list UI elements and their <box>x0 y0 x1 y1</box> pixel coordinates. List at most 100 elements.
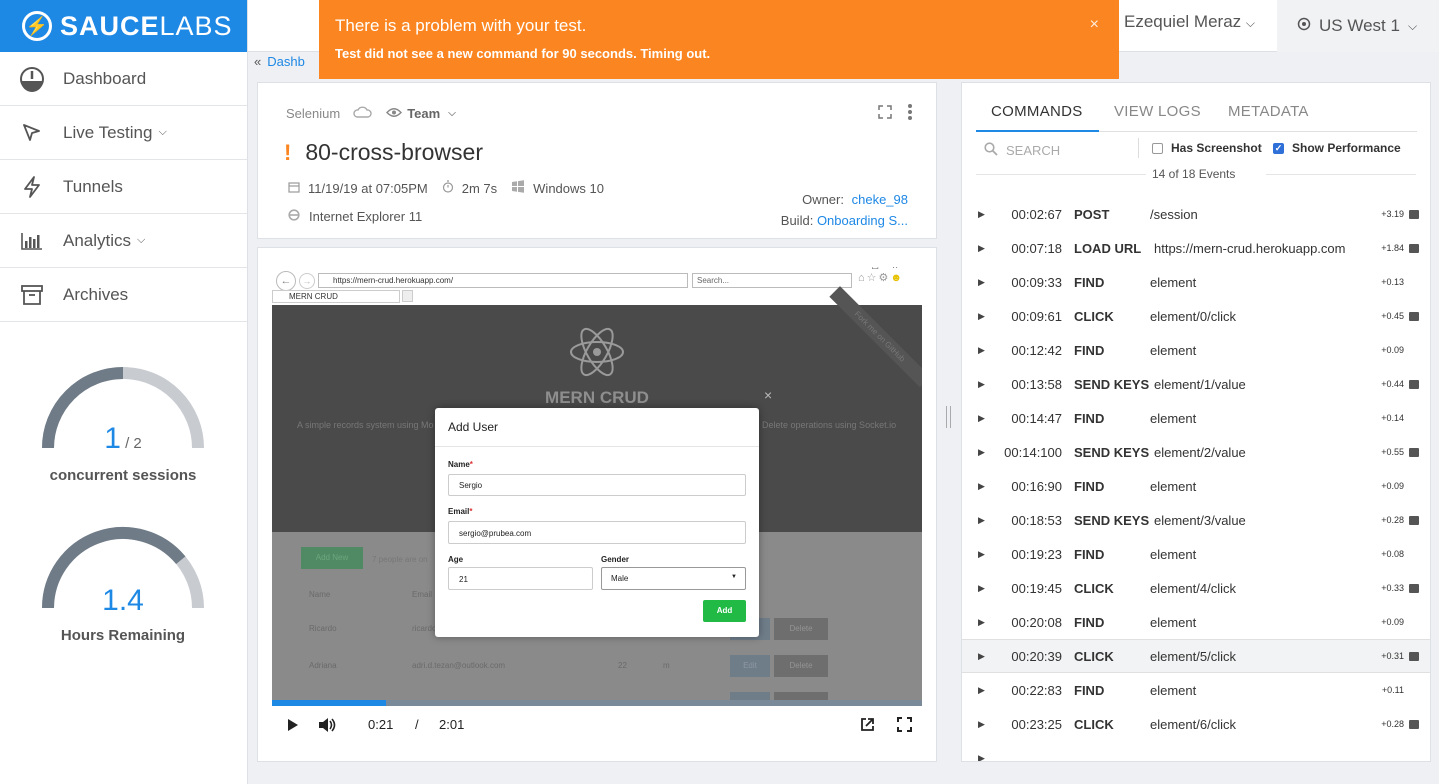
expand-arrow-icon[interactable]: ▶ <box>978 617 985 628</box>
has-screenshot-filter[interactable]: Has Screenshot <box>1152 141 1262 155</box>
show-performance-filter[interactable]: ✓ Show Performance <box>1273 141 1401 155</box>
volume-icon[interactable] <box>318 717 336 738</box>
screenshot-icon[interactable] <box>1409 515 1419 525</box>
sidebar-item-analytics[interactable]: Analytics ⌵ <box>0 214 247 268</box>
screenshot-icon[interactable] <box>1409 651 1419 661</box>
tab-metadata[interactable]: METADATA <box>1228 103 1309 120</box>
region-label: US West 1 <box>1319 16 1400 35</box>
command-row[interactable]: ▶ 00:14:47 FIND element +0.14 <box>962 401 1430 435</box>
expand-arrow-icon[interactable]: ▶ <box>978 311 985 322</box>
tab-view-logs[interactable]: VIEW LOGS <box>1114 103 1201 120</box>
commands-search[interactable]: SEARCH <box>984 142 1060 159</box>
play-button[interactable] <box>287 718 299 737</box>
expand-arrow-icon[interactable]: ▶ <box>978 345 985 356</box>
tab-commands[interactable]: COMMANDS <box>991 103 1083 120</box>
bg-row-gender: m <box>663 661 670 670</box>
search-divider <box>1138 138 1139 158</box>
expand-arrow-icon[interactable]: ▶ <box>978 379 985 390</box>
screenshot-icon[interactable] <box>1409 209 1419 219</box>
expand-arrow-icon[interactable]: ▶ <box>978 277 985 288</box>
command-row[interactable]: ▶ 00:22:83 FIND element +0.11 <box>962 673 1430 707</box>
expand-arrow-icon[interactable]: ▶ <box>978 583 985 594</box>
user-menu[interactable]: Ezequiel Meraz ⌵ <box>1124 12 1255 32</box>
expand-arrow-icon[interactable]: ▶ <box>978 515 985 526</box>
screenshot-icon[interactable] <box>1409 583 1419 593</box>
command-name: FIND <box>1074 410 1105 426</box>
commands-panel: COMMANDS VIEW LOGS METADATA SEARCH Has S… <box>961 82 1431 762</box>
command-row[interactable]: ▶ 00:20:08 FIND element +0.09 <box>962 605 1430 639</box>
screenshot-icon[interactable] <box>1409 243 1419 253</box>
command-time: 00:02:67 <box>1011 206 1062 222</box>
chevron-down-icon: ⌵ <box>1407 18 1418 33</box>
command-name: FIND <box>1074 546 1105 562</box>
build-link[interactable]: Onboarding S... <box>817 213 908 228</box>
expand-arrow-icon[interactable]: ▶ <box>978 685 985 696</box>
search-icon <box>984 142 998 159</box>
framework-label: Selenium <box>286 105 341 121</box>
fullscreen-icon[interactable] <box>878 105 892 124</box>
sidebar-item-tunnels[interactable]: Tunnels <box>0 160 247 214</box>
saucelabs-logo[interactable]: ⚡ SAUCELABS <box>0 0 247 52</box>
expand-arrow-icon[interactable]: ▶ <box>978 209 985 220</box>
ie-browser-icon <box>288 209 300 224</box>
screenshot-icon[interactable] <box>1409 379 1419 389</box>
browser-toolbar-icons: ⌂☆⚙☻ <box>858 272 904 284</box>
command-row[interactable]: ▶ 00:18:53 SEND KEYS element/3/value +0.28 <box>962 503 1430 537</box>
user-name: Ezequiel Meraz <box>1123 12 1242 31</box>
video-player-card: –□× ← → https://mern-crud.herokuapp.com/… <box>257 247 937 762</box>
breadcrumb[interactable]: « Dashb <box>254 54 305 69</box>
command-row[interactable]: ▶ 00:23:25 CLICK element/6/click +0.28 <box>962 707 1430 741</box>
open-external-icon[interactable] <box>860 717 875 737</box>
video-progress-bar[interactable] <box>272 700 922 706</box>
command-time: 00:22:83 <box>1011 682 1062 698</box>
expand-arrow-icon[interactable]: ▶ <box>978 651 985 662</box>
visibility-dropdown[interactable]: Team ⌵ <box>386 106 456 121</box>
command-row[interactable]: ▶ 00:13:58 SEND KEYS element/1/value +0.44 <box>962 367 1430 401</box>
screenshot-icon[interactable] <box>1409 311 1419 321</box>
video-frame[interactable]: –□× ← → https://mern-crud.herokuapp.com/… <box>272 267 922 703</box>
command-duration: +0.09 <box>1381 481 1404 491</box>
expand-arrow-icon[interactable]: ▶ <box>978 481 985 492</box>
has-screenshot-checkbox[interactable] <box>1152 142 1163 154</box>
command-name: CLICK <box>1074 716 1114 732</box>
sidebar-item-live-testing[interactable]: Live Testing ⌵ <box>0 106 247 160</box>
breadcrumb-dashboard[interactable]: Dashb <box>267 54 305 69</box>
screenshot-icon[interactable] <box>1409 447 1419 457</box>
sidebar-item-dashboard[interactable]: Dashboard <box>0 52 247 106</box>
expand-arrow-icon[interactable]: ▶ <box>978 413 985 424</box>
command-duration: +0.11 <box>1381 685 1404 695</box>
expand-arrow-icon[interactable]: ▶ <box>978 243 985 254</box>
more-options-icon[interactable] <box>908 104 912 120</box>
video-progress-fill <box>272 700 386 706</box>
command-argument: element <box>1150 478 1197 494</box>
sauce-bolt-icon: ⚡ <box>22 11 52 41</box>
command-row[interactable]: ▶ 00:09:33 FIND element +0.13 <box>962 265 1430 299</box>
expand-arrow-icon: ▶ <box>978 753 985 761</box>
command-row[interactable]: ▶ 00:20:39 CLICK element/5/click +0.31 <box>962 639 1430 673</box>
visibility-label: Team <box>407 105 441 121</box>
event-count: 14 of 18 Events <box>1152 167 1236 181</box>
owner-link[interactable]: cheke_98 <box>852 192 908 207</box>
command-time: 00:14:100 <box>1004 444 1062 460</box>
command-row[interactable]: ▶ 00:02:67 POST/session +3.19 <box>962 197 1430 231</box>
screenshot-icon[interactable] <box>1409 719 1419 729</box>
command-row[interactable]: ▶ 00:12:42 FIND element +0.09 <box>962 333 1430 367</box>
command-row[interactable]: ▶ 00:14:100 SEND KEYS element/2/value +0.55 <box>962 435 1430 469</box>
close-icon[interactable]: × <box>1090 16 1099 34</box>
bg-row-name: Ricardo <box>309 624 337 633</box>
panel-resize-handle[interactable] <box>946 406 951 428</box>
fullscreen-icon[interactable] <box>897 717 912 737</box>
command-duration: +0.28 <box>1381 515 1404 525</box>
show-performance-checkbox[interactable]: ✓ <box>1273 142 1284 154</box>
expand-arrow-icon[interactable]: ▶ <box>978 549 985 560</box>
region-selector[interactable]: US West 1 ⌵ <box>1277 0 1439 52</box>
expand-arrow-icon[interactable]: ▶ <box>978 719 985 730</box>
command-row[interactable]: ▶ 00:16:90 FIND element +0.09 <box>962 469 1430 503</box>
collapse-icon[interactable]: « <box>254 54 261 69</box>
command-row[interactable]: ▶ 00:07:18 LOAD URL https://mern-crud.herok… <box>962 231 1430 265</box>
sidebar-item-archives[interactable]: Archives <box>0 268 247 322</box>
command-row[interactable]: ▶ 00:09:61 CLICK element/0/click +0.45 <box>962 299 1430 333</box>
command-row[interactable]: ▶ 00:19:23 FIND element +0.08 <box>962 537 1430 571</box>
command-row[interactable]: ▶ 00:19:45 CLICK element/4/click +0.33 <box>962 571 1430 605</box>
expand-arrow-icon[interactable]: ▶ <box>978 447 985 458</box>
